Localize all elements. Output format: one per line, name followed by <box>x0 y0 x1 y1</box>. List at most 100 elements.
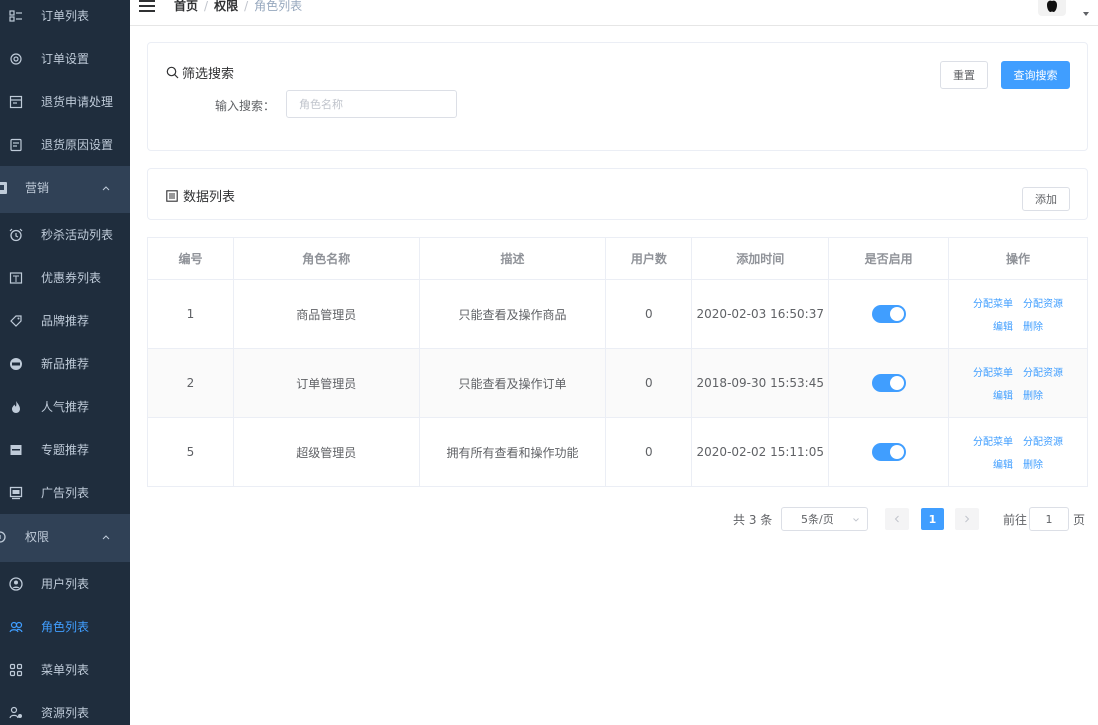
page-number-current[interactable]: 1 <box>921 508 944 530</box>
sidebar-item-return-apply[interactable]: 退货申请处理 <box>0 80 130 123</box>
sidebar-item-label: 退货原因设置 <box>41 138 114 152</box>
delete-link[interactable]: 删除 <box>1023 318 1043 333</box>
assign-menu-link[interactable]: 分配菜单 <box>973 364 1013 379</box>
filter-card: 筛选搜索 重置 查询搜索 输入搜索： <box>147 42 1088 151</box>
breadcrumb-home[interactable]: 首页 <box>174 0 198 13</box>
sidebar-item-new-product[interactable]: 新品推荐 <box>0 342 130 385</box>
sidebar-item-users[interactable]: 用户列表 <box>0 562 130 605</box>
assign-resource-link[interactable]: 分配资源 <box>1023 433 1063 448</box>
cell-enabled <box>828 417 950 487</box>
column-header-name: 角色名称 <box>232 237 420 280</box>
order-settings-icon <box>9 52 23 66</box>
cell-name: 商品管理员 <box>232 279 420 349</box>
cell-name: 订单管理员 <box>232 348 420 418</box>
sidebar-item-coupon[interactable]: 优惠券列表 <box>0 256 130 299</box>
cell-time: 2020-02-03 16:50:37 <box>691 279 830 349</box>
cell-desc: 拥有所有查看和操作功能 <box>418 417 607 487</box>
sidebar-item-label: 广告列表 <box>41 486 90 500</box>
sidebar-item-resources[interactable]: 资源列表 <box>0 691 130 725</box>
edit-link[interactable]: 编辑 <box>993 456 1013 471</box>
page-size-select[interactable]: 5条/页 <box>781 507 868 531</box>
sidebar-item-label: 专题推荐 <box>41 443 90 457</box>
caret-down-icon[interactable] <box>1083 12 1089 16</box>
sidebar-item-label: 退货申请处理 <box>41 95 114 109</box>
sidebar-item-menus[interactable]: 菜单列表 <box>0 648 130 691</box>
sidebar-item-order-list[interactable]: 订单列表 <box>0 0 130 37</box>
enable-switch[interactable] <box>871 305 906 323</box>
edit-link[interactable]: 编辑 <box>993 387 1013 402</box>
reset-button[interactable]: 重置 <box>940 61 988 89</box>
sidebar-item-ad[interactable]: 广告列表 <box>0 471 130 514</box>
sidebar-item-label: 菜单列表 <box>41 663 90 677</box>
search-input[interactable] <box>286 90 457 118</box>
cell-id: 2 <box>147 348 234 418</box>
avatar[interactable] <box>1038 0 1066 16</box>
sidebar-item-order-settings[interactable]: 订单设置 <box>0 37 130 80</box>
cell-id: 1 <box>147 279 234 349</box>
pagination-total: 共 3 条 <box>733 512 773 527</box>
sidebar-item-label: 用户列表 <box>41 577 90 591</box>
cell-enabled <box>828 279 950 349</box>
goto-page-input[interactable] <box>1029 507 1069 531</box>
coupon-icon <box>9 271 23 285</box>
table-header-row: 编号 角色名称 描述 用户数 添加时间 是否启用 操作 <box>147 237 1088 280</box>
delete-link[interactable]: 删除 <box>1023 456 1043 471</box>
resource-icon <box>9 706 23 720</box>
cell-actions: 分配菜单 分配资源 编辑 删除 <box>948 417 1088 487</box>
top-navbar: 首页 / 权限 / 角色列表 <box>130 0 1098 26</box>
new-product-icon <box>9 357 23 371</box>
assign-resource-link[interactable]: 分配资源 <box>1023 364 1063 379</box>
cell-id: 5 <box>147 417 234 487</box>
sidebar-item-label: 优惠券列表 <box>41 271 102 285</box>
column-header-id: 编号 <box>147 237 234 280</box>
data-list-title: 数据列表 <box>166 186 235 205</box>
sidebar-group-marketing[interactable]: 营销 <box>0 166 130 209</box>
enable-switch[interactable] <box>871 374 906 392</box>
cell-actions: 分配菜单 分配资源 编辑 删除 <box>948 279 1088 349</box>
prev-page-button[interactable] <box>885 508 909 530</box>
assign-menu-link[interactable]: 分配菜单 <box>973 295 1013 310</box>
sidebar-item-label: 资源列表 <box>41 706 90 720</box>
assign-menu-link[interactable]: 分配菜单 <box>973 433 1013 448</box>
hamburger-icon[interactable] <box>139 0 155 12</box>
sidebar-item-label: 角色列表 <box>41 620 90 634</box>
cell-users: 0 <box>605 279 693 349</box>
chevron-up-icon <box>102 534 110 539</box>
add-button[interactable]: 添加 <box>1022 187 1070 211</box>
filter-title: 筛选搜索 <box>166 63 234 82</box>
breadcrumb-current: 角色列表 <box>254 0 303 13</box>
chevron-left-icon <box>894 515 899 523</box>
sidebar-item-brand[interactable]: 品牌推荐 <box>0 299 130 342</box>
delete-link[interactable]: 删除 <box>1023 387 1043 402</box>
cell-time: 2020-02-02 15:11:05 <box>691 417 830 487</box>
topic-icon <box>9 443 23 457</box>
enable-switch[interactable] <box>871 443 906 461</box>
chevron-down-icon <box>853 518 859 522</box>
column-header-desc: 描述 <box>418 237 607 280</box>
sidebar-item-label: 人气推荐 <box>41 400 90 414</box>
column-header-enabled: 是否启用 <box>828 237 950 280</box>
sidebar-item-label: 新品推荐 <box>41 357 90 371</box>
search-button[interactable]: 查询搜索 <box>1001 61 1070 89</box>
sidebar-item-flash-sale[interactable]: 秒杀活动列表 <box>0 213 130 256</box>
sidebar-item-hot[interactable]: 人气推荐 <box>0 385 130 428</box>
assign-resource-link[interactable]: 分配资源 <box>1023 295 1063 310</box>
chevron-right-icon <box>965 515 970 523</box>
cell-enabled <box>828 348 950 418</box>
breadcrumb-permission[interactable]: 权限 <box>214 0 238 13</box>
edit-link[interactable]: 编辑 <box>993 318 1013 333</box>
cell-actions: 分配菜单 分配资源 编辑 删除 <box>948 348 1088 418</box>
sidebar-item-return-reason[interactable]: 退货原因设置 <box>0 123 130 166</box>
table-row: 1 商品管理员 只能查看及操作商品 0 2020-02-03 16:50:37 … <box>147 279 1088 349</box>
sidebar-item-label: 订单设置 <box>41 52 90 66</box>
hot-icon <box>9 400 23 414</box>
return-apply-icon <box>9 95 23 109</box>
column-header-time: 添加时间 <box>691 237 830 280</box>
role-table: 编号 角色名称 描述 用户数 添加时间 是否启用 操作 1 商品管理员 只能查看… <box>147 237 1088 487</box>
column-header-users: 用户数 <box>605 237 693 280</box>
sidebar-item-roles[interactable]: 角色列表 <box>0 605 130 648</box>
next-page-button[interactable] <box>955 508 979 530</box>
sidebar-item-topic[interactable]: 专题推荐 <box>0 428 130 471</box>
permission-icon <box>0 530 9 544</box>
sidebar-group-permission[interactable]: 权限 <box>0 515 130 558</box>
